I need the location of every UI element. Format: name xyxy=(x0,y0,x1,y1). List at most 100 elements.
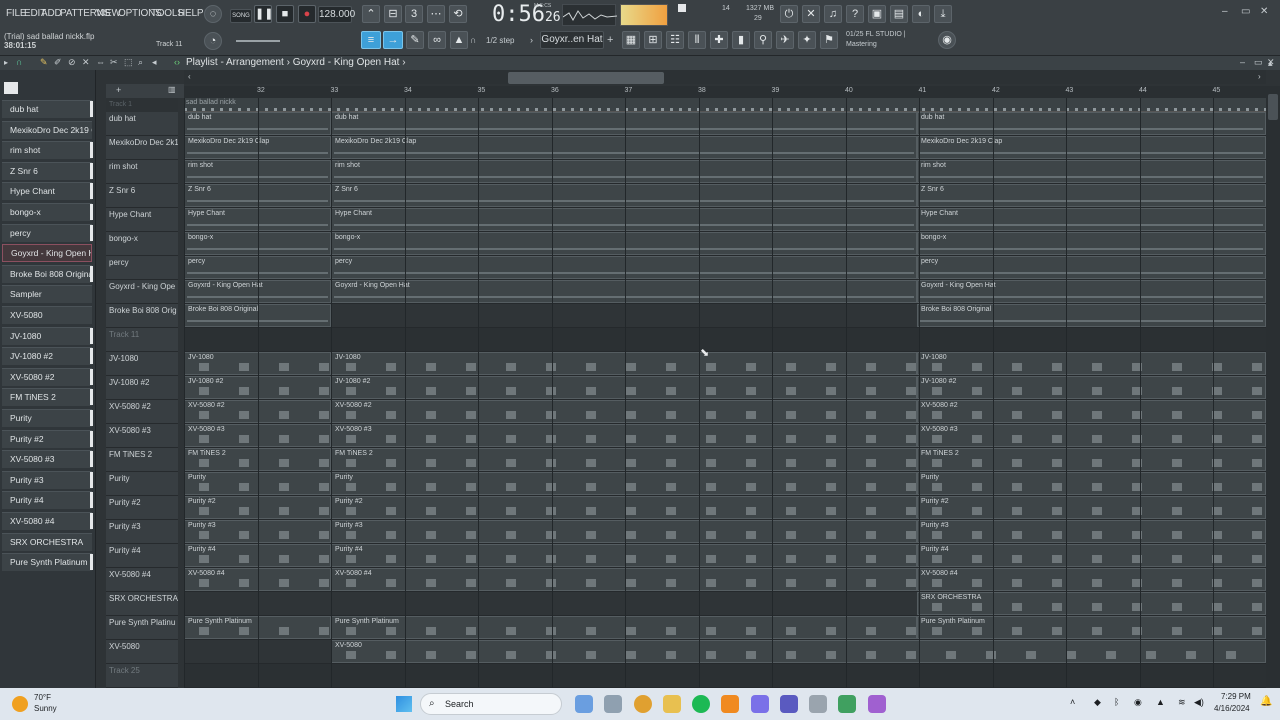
pattern-clip[interactable]: FM TiNES 2 xyxy=(331,448,917,471)
slip-tool-icon[interactable]: ⇔ xyxy=(96,57,105,67)
track-lane[interactable]: bongo-x bongo-x bongo-x xyxy=(184,232,1266,256)
track-header[interactable]: FM TiNES 2 xyxy=(106,448,178,472)
picker-item[interactable]: rim shot xyxy=(2,141,92,160)
picker-item[interactable]: SRX ORCHESTRA xyxy=(2,532,92,551)
piano-roll-icon[interactable]: ⊞ xyxy=(644,31,662,49)
mode-knob-icon[interactable]: ◌ xyxy=(204,5,222,23)
metronome-icon[interactable]: ⌃ xyxy=(362,5,380,23)
pattern-clip[interactable]: XV-5080 #2 xyxy=(331,400,917,423)
close-window-icon[interactable]: ✕ xyxy=(1260,6,1268,17)
picker-item[interactable]: XV-5080 #2 xyxy=(2,367,92,386)
picker-item[interactable]: JV-1080 #2 xyxy=(2,347,92,366)
track-lane[interactable]: SRX ORCHESTRA xyxy=(184,592,1266,616)
slice-tool-icon[interactable]: ✂ xyxy=(110,57,118,68)
pause-icon[interactable]: ❚❚ xyxy=(254,5,273,23)
pattern-clip[interactable]: Purity #2 xyxy=(331,496,917,519)
discord-icon[interactable] xyxy=(751,695,769,713)
picker-item[interactable]: Z Snr 6 xyxy=(2,161,92,180)
scroll-up-icon[interactable]: ▴ xyxy=(1268,58,1273,69)
picker-pattern-icon[interactable] xyxy=(4,82,18,94)
stop-icon[interactable]: ■ xyxy=(276,5,294,23)
stamp-icon[interactable]: ▲ xyxy=(450,31,468,49)
track-lane[interactable]: Goyxrd - King Open Hat Goyxrd - King Open… xyxy=(184,280,1266,304)
song-clip-lane[interactable]: sad ballad nickk xyxy=(184,98,1266,112)
picker-item[interactable]: Broke Boi 808 Original xyxy=(2,264,92,283)
track-header[interactable]: bongo-x xyxy=(106,232,178,256)
taskbar-search[interactable]: ⌕ Search xyxy=(420,693,562,715)
picker-item[interactable]: Purity #2 xyxy=(2,429,92,448)
playback-tool-icon[interactable]: ◂ xyxy=(152,57,157,68)
draw-tool-icon[interactable]: ✎ xyxy=(40,57,48,68)
scroll-right-icon[interactable]: › xyxy=(1258,72,1261,81)
file-explorer-icon[interactable] xyxy=(663,695,681,713)
track-lane[interactable]: Pure Synth Platinum Pure Synth Platinum Pu… xyxy=(184,616,1266,640)
picker-item[interactable]: Purity #4 xyxy=(2,491,92,510)
wait-input-icon[interactable]: ⊟ xyxy=(384,5,402,23)
track-lane[interactable]: XV-5080 #4 XV-5080 #4 XV-5080 #4 xyxy=(184,568,1266,592)
notification-icon[interactable]: 🔔 xyxy=(1260,696,1272,707)
timeline-ruler[interactable]: 32 33 34 35 36 37 38 39 40 41 42 43 44 45 xyxy=(184,86,1266,98)
track-header[interactable]: Purity #2 xyxy=(106,496,178,520)
playlist-maximize-icon[interactable]: ▭ xyxy=(1254,57,1263,68)
track-header[interactable]: XV-5080 #2 xyxy=(106,400,178,424)
track-header[interactable]: dub hat xyxy=(106,112,178,136)
picker-item[interactable]: XV-5080 #3 xyxy=(2,450,92,469)
weather-status[interactable]: Sunny xyxy=(34,704,57,713)
pencil-icon[interactable]: ✎ xyxy=(406,31,424,49)
scroll-left-icon[interactable]: ‹ xyxy=(188,72,191,81)
picker-item[interactable]: Purity xyxy=(2,409,92,427)
maximize-icon[interactable]: ▭ xyxy=(1241,6,1250,17)
link-icon[interactable]: ∞ xyxy=(428,31,446,49)
track-header[interactable]: percy xyxy=(106,256,178,280)
track-lane[interactable]: FM TiNES 2 FM TiNES 2 FM TiNES 2 xyxy=(184,448,1266,472)
picker-item[interactable]: Purity #3 xyxy=(2,470,92,489)
select-tool-icon[interactable]: ⬚ xyxy=(124,57,133,68)
mic-icon[interactable]: ♫ xyxy=(824,5,842,23)
chrome-icon[interactable] xyxy=(634,695,652,713)
track-lane[interactable]: Broke Boi 808 Original Broke Boi 808 Orig… xyxy=(184,304,1266,328)
snap-select[interactable]: 1/2 step xyxy=(486,36,514,45)
pattern-clip[interactable]: XV-5080 #3 xyxy=(331,424,917,447)
tray-app2-icon[interactable]: ◉ xyxy=(1134,697,1142,708)
track-lane[interactable]: MexikoDro Dec 2k19 Clap MexikoDro Dec 2k1… xyxy=(184,136,1266,160)
panic-icon[interactable]: ⏻ xyxy=(780,5,798,23)
tempo-display[interactable]: 128.000 xyxy=(318,6,355,23)
minimize-icon[interactable]: – xyxy=(1222,6,1228,17)
track-lane[interactable]: percy percy percy xyxy=(184,256,1266,280)
track-header[interactable]: Purity #3 xyxy=(106,520,178,544)
track-lane[interactable]: Purity #3 Purity #3 Purity #3 xyxy=(184,520,1266,544)
track-header[interactable]: Z Snr 6 xyxy=(106,184,178,208)
track-lane[interactable]: Purity #2 Purity #2 Purity #2 xyxy=(184,496,1266,520)
copilot-app-icon[interactable] xyxy=(575,695,593,713)
playlist-tool-icon[interactable]: ≡ xyxy=(361,31,381,49)
picker-item[interactable]: MexikoDro Dec 2k19 Clap xyxy=(2,120,92,139)
track-header[interactable]: rim shot xyxy=(106,160,178,184)
track-lane[interactable]: dub hat dub hat dub hat xyxy=(184,112,1266,136)
track-header[interactable]: Purity #4 xyxy=(106,544,178,568)
wizard-icon[interactable]: ✦ xyxy=(798,31,816,49)
track-header[interactable]: XV-5080 #4 xyxy=(106,568,178,592)
track-lane[interactable]: Purity #4 Purity #4 Purity #4 xyxy=(184,544,1266,568)
track-header[interactable]: XV-5080 xyxy=(106,640,178,664)
track-lane[interactable] xyxy=(184,328,1266,352)
track-header[interactable]: Goyxrd - King Ope xyxy=(106,280,178,304)
track-header[interactable]: XV-5080 #3 xyxy=(106,424,178,448)
track-lane[interactable]: XV-5080 #3 XV-5080 #3 XV-5080 #3 xyxy=(184,424,1266,448)
track-header[interactable]: Hype Chant xyxy=(106,208,178,232)
calculator-icon[interactable] xyxy=(809,695,827,713)
pattern-clip[interactable]: XV-5080 xyxy=(331,640,1266,663)
pattern-clip[interactable]: Purity #4 xyxy=(331,544,917,567)
track-header[interactable]: JV-1080 xyxy=(106,352,178,376)
pattern-clip[interactable]: MexikoDro Dec 2k19 Clap xyxy=(331,136,917,159)
picker-item[interactable]: FM TiNES 2 xyxy=(2,388,92,407)
picker-item[interactable]: XV-5080 xyxy=(2,306,92,324)
countdown-icon[interactable]: 3 xyxy=(405,5,423,23)
track-header[interactable]: Track 11 xyxy=(106,328,178,352)
browser-icon[interactable]: ▮ xyxy=(732,31,750,49)
pattern-clip[interactable]: dub hat xyxy=(331,112,917,135)
paint-tool-icon[interactable]: ✐ xyxy=(54,57,62,68)
pattern-clip[interactable]: Goyxrd - King Open Hat xyxy=(331,280,917,303)
picker-item[interactable]: Sampler xyxy=(2,285,92,304)
clock-date[interactable]: 4/16/2024 xyxy=(1214,704,1250,713)
pattern-clip[interactable]: rim shot xyxy=(331,160,917,183)
